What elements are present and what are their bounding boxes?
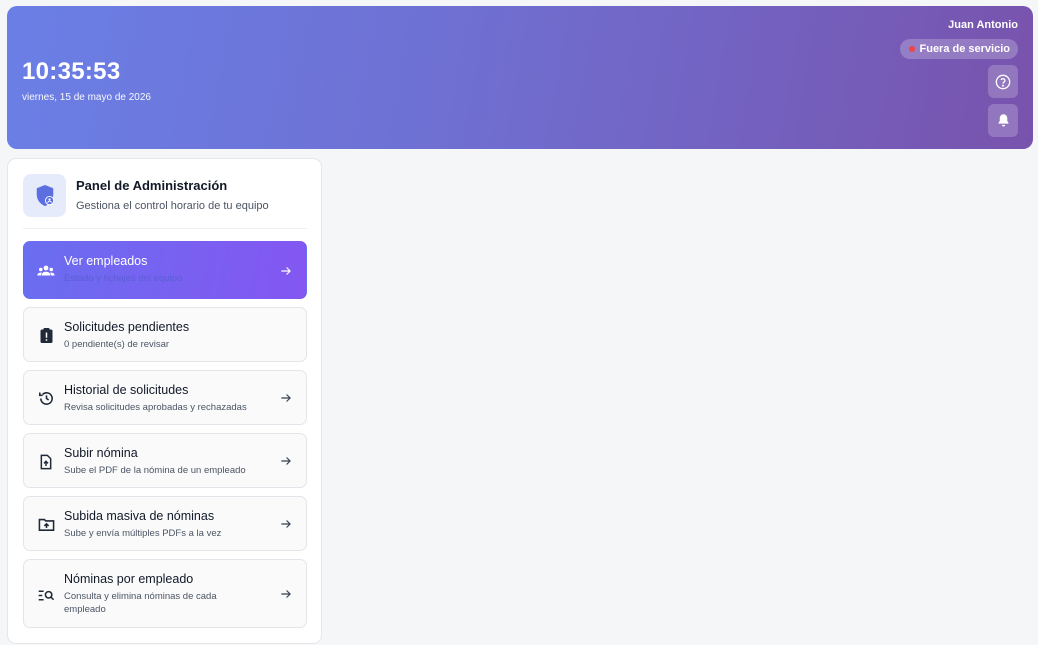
menu-item-historial-solicitudes[interactable]: Historial de solicitudes Revisa solicitu…	[23, 370, 307, 425]
help-button[interactable]	[988, 65, 1018, 98]
arrow-right-icon	[281, 520, 291, 528]
users-icon	[37, 262, 55, 280]
menu-item-desc: Consulta y elimina nóminas de cada emple…	[64, 591, 217, 615]
status-label: Fuera de servicio	[919, 43, 1011, 55]
menu-item-title: Historial de solicitudes	[64, 383, 189, 397]
status-dot-icon	[908, 46, 915, 52]
menu-item-desc: Revisa solicitudes aprobadas y rechazada…	[64, 402, 247, 413]
folder-upload-icon	[37, 515, 55, 533]
status-badge[interactable]: Fuera de servicio	[899, 39, 1018, 59]
panel-icon-container	[23, 174, 66, 217]
bell-icon	[998, 114, 1008, 127]
arrow-right-icon	[281, 267, 291, 275]
admin-panel: Panel de Administración Gestiona el cont…	[7, 158, 322, 644]
menu-item-title: Subir nómina	[64, 446, 138, 460]
arrow-right-icon	[281, 590, 291, 598]
shield-user-icon	[36, 184, 54, 206]
notifications-button[interactable]	[988, 104, 1018, 137]
list-search-icon	[37, 586, 55, 604]
user-name: Juan Antonio	[948, 19, 1018, 31]
current-date: viernes, 15 de mayo de 2026	[22, 92, 151, 103]
help-circle-icon	[995, 74, 1011, 89]
clipboard-alert-icon	[37, 326, 55, 344]
menu-item-desc: 0 pendiente(s) de revisar	[64, 339, 170, 350]
arrow-right-icon	[281, 457, 291, 465]
menu-item-desc: Estado y fichajes del equipo	[64, 273, 183, 284]
menu-item-solicitudes-pendientes[interactable]: Solicitudes pendientes 0 pendiente(s) de…	[23, 307, 307, 362]
panel-subtitle: Gestiona el control horario de tu equipo	[76, 200, 269, 212]
clock-time: 10:35:53	[22, 58, 121, 85]
menu-item-desc: Sube y envía múltiples PDFs a la vez	[64, 528, 222, 539]
menu-item-subida-masiva[interactable]: Subida masiva de nóminas Sube y envía mú…	[23, 496, 307, 551]
menu-item-nominas-por-empleado[interactable]: Nóminas por empleado Consulta y elimina …	[23, 559, 307, 628]
menu-item-ver-empleados[interactable]: Ver empleados Estado y fichajes del equi…	[23, 241, 307, 299]
menu-item-title: Ver empleados	[64, 254, 148, 268]
menu-item-desc: Sube el PDF de la nómina de un empleado	[64, 465, 246, 476]
menu-item-title: Subida masiva de nóminas	[64, 509, 215, 523]
admin-panel-header: Panel de Administración Gestiona el cont…	[23, 174, 307, 229]
arrow-right-icon	[281, 394, 291, 402]
history-icon	[37, 389, 55, 407]
file-upload-icon	[37, 453, 55, 471]
menu-item-title: Nóminas por empleado	[64, 572, 194, 586]
menu-item-title: Solicitudes pendientes	[64, 320, 190, 334]
menu-item-subir-nomina[interactable]: Subir nómina Sube el PDF de la nómina de…	[23, 433, 307, 488]
panel-title: Panel de Administración	[76, 178, 228, 193]
top-header: 10:35:53 viernes, 15 de mayo de 2026 Jua…	[7, 6, 1033, 149]
